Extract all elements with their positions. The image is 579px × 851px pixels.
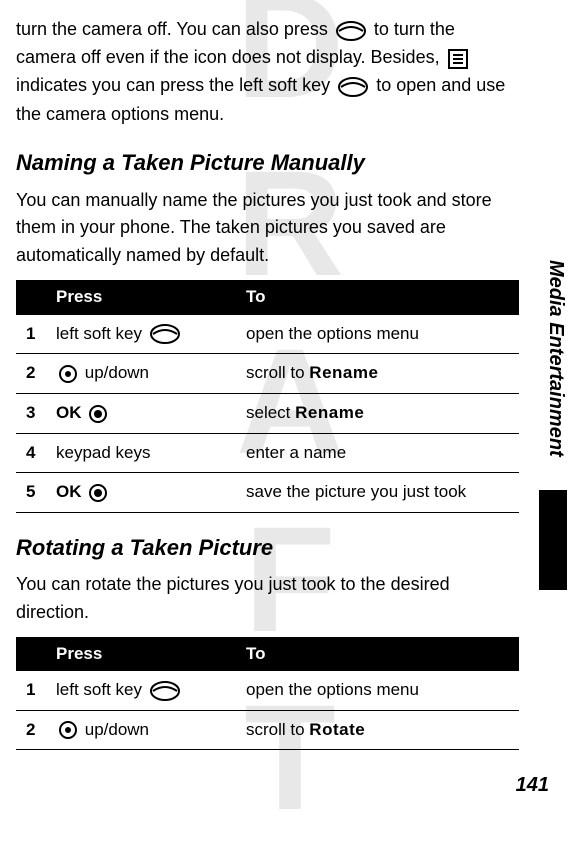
softkey-icon [335,16,367,44]
section-rotating-desc: You can rotate the pictures you just too… [16,571,506,627]
section-naming-desc: You can manually name the pictures you j… [16,187,506,271]
intro-text-3: indicates you can press the left soft ke… [16,75,335,95]
table-row: 4 keypad keys enter a name [16,433,519,472]
menu-label: Rotate [309,720,365,739]
softkey-icon [149,321,181,347]
step-num: 3 [16,393,46,433]
nav-circle-icon [58,361,78,387]
table-row: 2 up/down scroll to Rename [16,354,519,394]
to-text: select [246,403,295,422]
press-text: up/down [85,720,149,739]
intro-paragraph: turn the camera off. You can also press … [16,16,506,128]
step-num: 2 [16,710,46,750]
ok-label: OK [56,482,82,501]
nav-circle-icon [58,717,78,743]
intro-text-1: turn the camera off. You can also press [16,19,333,39]
softkey-icon [149,677,181,703]
step-to: save the picture you just took [236,472,519,512]
page-number: 141 [516,774,549,797]
step-num: 4 [16,433,46,472]
step-to: open the options menu [236,315,519,354]
step-to: open the options menu [236,671,519,710]
step-to: enter a name [236,433,519,472]
center-key-icon [88,479,108,505]
step-num: 2 [16,354,46,394]
softkey-icon [337,73,369,101]
step-press: keypad keys [46,433,236,472]
step-to: scroll to Rotate [236,710,519,750]
center-key-icon [88,400,108,426]
menu-label: Rename [295,403,364,422]
step-num: 1 [16,671,46,710]
press-text: left soft key [56,324,147,343]
menu-list-icon [447,44,469,72]
col-to: To [236,280,519,314]
press-text: up/down [85,363,149,382]
col-press: Press [46,280,236,314]
step-press: OK [46,393,236,433]
step-press: left soft key [46,315,236,354]
rotating-steps-table: Press To 1 left soft key open the option… [16,637,519,751]
step-to: scroll to Rename [236,354,519,394]
step-press: OK [46,472,236,512]
col-to: To [236,637,519,671]
step-num: 5 [16,472,46,512]
table-row: 3 OK select Rename [16,393,519,433]
step-press: left soft key [46,671,236,710]
step-press: up/down [46,354,236,394]
table-header-row: Press To [16,637,519,671]
table-row: 1 left soft key open the options menu [16,315,519,354]
step-to: select Rename [236,393,519,433]
step-num: 1 [16,315,46,354]
col-blank [16,280,46,314]
table-row: 5 OK save the picture you just took [16,472,519,512]
section-rotating-title: Rotating a Taken Picture [16,531,519,565]
section-naming-title: Naming a Taken Picture Manually [16,146,519,180]
ok-label: OK [56,403,82,422]
page-content: turn the camera off. You can also press … [0,0,579,770]
step-press: up/down [46,710,236,750]
table-row: 1 left soft key open the options menu [16,671,519,710]
col-blank [16,637,46,671]
naming-steps-table: Press To 1 left soft key open the option… [16,280,519,512]
col-press: Press [46,637,236,671]
menu-label: Rename [309,363,378,382]
to-text: scroll to [246,363,309,382]
to-text: scroll to [246,720,309,739]
table-row: 2 up/down scroll to Rotate [16,710,519,750]
table-header-row: Press To [16,280,519,314]
press-text: left soft key [56,680,147,699]
